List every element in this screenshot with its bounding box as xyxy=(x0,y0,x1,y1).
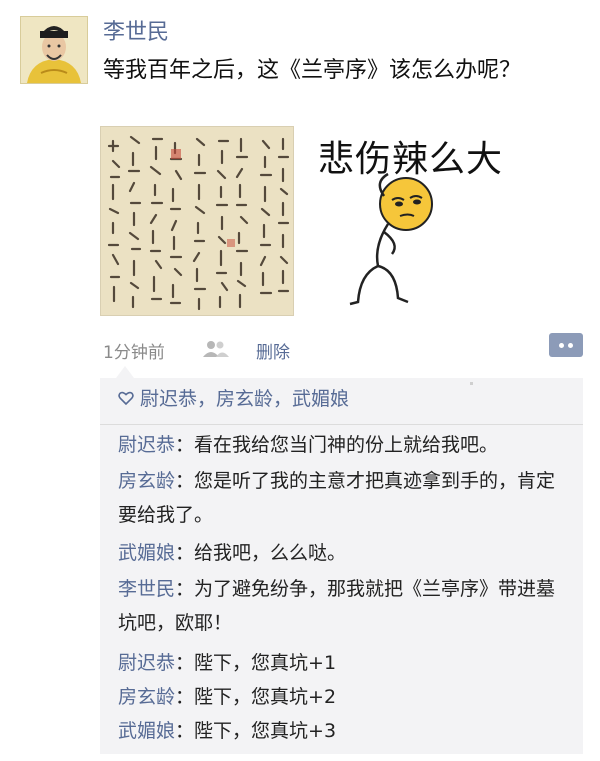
comment-separator: ： xyxy=(175,470,195,492)
likes-names[interactable]: 尉迟恭，房玄龄，武媚娘 xyxy=(140,384,349,411)
comment-item[interactable]: 武媚娘：陛下，您真坑+3 xyxy=(118,714,570,748)
comment-item[interactable]: 武媚娘：给我吧，么么哒。 xyxy=(118,536,570,570)
comment-author[interactable]: 房玄龄 xyxy=(118,470,175,492)
comment-author[interactable]: 李世民 xyxy=(118,578,175,600)
calligraphy-image[interactable] xyxy=(100,126,294,316)
comment-separator: ： xyxy=(175,434,195,456)
likes-divider xyxy=(100,424,583,425)
comment-separator: ： xyxy=(175,652,195,674)
heart-outline-icon xyxy=(118,391,134,405)
divider-dot xyxy=(470,382,473,385)
comment-item[interactable]: 房玄龄：陛下，您真坑+2 xyxy=(118,680,570,714)
username[interactable]: 李世民 xyxy=(103,14,169,46)
comment-dot-icon xyxy=(568,343,573,348)
stick-figure-meme-icon xyxy=(349,172,433,306)
comment-item[interactable]: 李世民：为了避免纷争，那我就把《兰亭序》带进墓坑吧，欧耶！ xyxy=(118,572,570,640)
avatar[interactable] xyxy=(20,16,88,84)
comment-button[interactable] xyxy=(549,333,583,357)
calligraphy-scroll-icon xyxy=(101,127,293,315)
comment-author[interactable]: 武媚娘 xyxy=(118,720,175,742)
comment-text: 给我吧，么么哒。 xyxy=(194,542,347,564)
comment-text: 看在我给您当门神的份上就给我吧。 xyxy=(194,434,499,456)
likes-row: 尉迟恭，房玄龄，武媚娘 xyxy=(118,384,349,411)
comment-separator: ： xyxy=(175,686,195,708)
friends-icon xyxy=(200,339,230,359)
comment-text: 陛下，您真坑+1 xyxy=(194,652,337,674)
panel-arrow xyxy=(116,366,134,378)
comment-text: 陛下，您真坑+2 xyxy=(194,686,337,708)
comment-item[interactable]: 尉迟恭：看在我给您当门神的份上就给我吧。 xyxy=(118,428,570,462)
emperor-portrait-icon xyxy=(21,17,87,83)
delete-link[interactable]: 删除 xyxy=(256,338,290,363)
post-text: 等我百年之后，这《兰亭序》该怎么办呢？ xyxy=(103,58,522,83)
timestamp: 1分钟前 xyxy=(103,343,165,363)
comment-item[interactable]: 尉迟恭：陛下，您真坑+1 xyxy=(118,646,570,680)
comment-separator: ： xyxy=(175,542,195,564)
comment-author[interactable]: 尉迟恭 xyxy=(118,434,175,456)
comment-author[interactable]: 房玄龄 xyxy=(118,686,175,708)
comment-dot-icon xyxy=(559,343,564,348)
comment-item[interactable]: 房玄龄：您是听了我的主意才把真迹拿到手的，肯定要给我了。 xyxy=(118,464,570,532)
comment-separator: ： xyxy=(175,578,195,600)
comment-author[interactable]: 武媚娘 xyxy=(118,542,175,564)
comment-text: 陛下，您真坑+3 xyxy=(194,720,337,742)
comment-author[interactable]: 尉迟恭 xyxy=(118,652,175,674)
meme-image[interactable] xyxy=(340,170,460,320)
comment-separator: ： xyxy=(175,720,195,742)
